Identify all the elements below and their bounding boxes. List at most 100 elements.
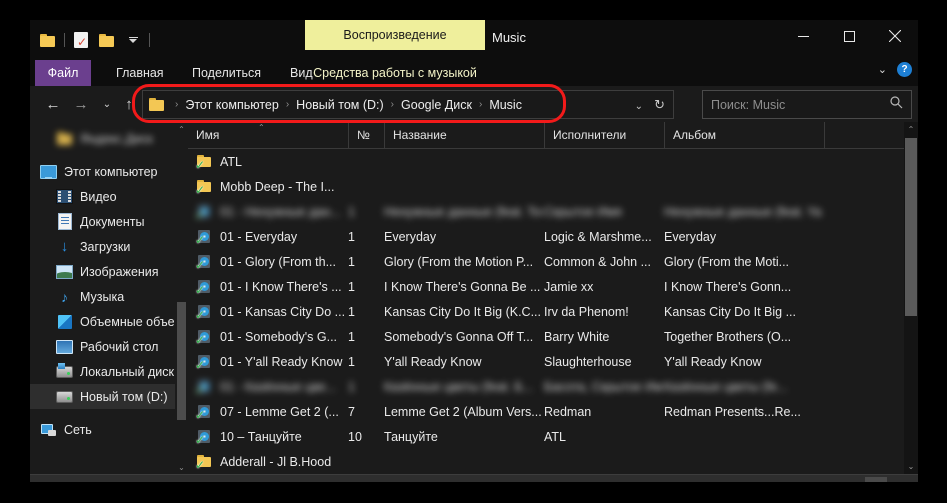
cell-artists <box>544 149 662 174</box>
sidebar-item-3[interactable]: Документы <box>30 209 188 234</box>
breadcrumb-item-this-pc[interactable]: Этот компьютер <box>184 98 279 112</box>
new-folder-icon <box>99 34 115 47</box>
cell-album: Together Brothers (O... <box>664 324 822 349</box>
chevron-down-icon <box>129 37 138 44</box>
list-scroll-down-button[interactable]: ⌄ <box>904 459 918 474</box>
cell-title: Kansas City Do It Big (K.C.... <box>384 299 542 324</box>
cell-album: Redman Presents...Re... <box>664 399 822 424</box>
nav-scroll-up-button[interactable]: ⌃ <box>175 122 188 136</box>
sidebar-item-label: Загрузки <box>80 240 130 254</box>
forward-button[interactable]: → <box>70 94 92 114</box>
list-scroll-up-button[interactable]: ⌃ <box>904 122 918 137</box>
view-buttons <box>865 477 912 482</box>
table-row[interactable]: ✓01 - Kansas City Do ...1Kansas City Do … <box>188 299 918 324</box>
sidebar-item-2[interactable]: Видео <box>30 184 188 209</box>
sidebar-item-label: Музыка <box>80 290 124 304</box>
sidebar-item-6[interactable]: ♪Музыка <box>30 284 188 309</box>
table-row[interactable]: ✓01 - Казённые цве...1Казённые цветы (fe… <box>188 374 918 399</box>
cell-album: Y'all Ready Know <box>664 349 822 374</box>
music-file-icon: ✓ <box>196 353 213 370</box>
breadcrumb-dropdown-button[interactable]: ⌄ <box>635 101 643 112</box>
cell-name: ✓Mobb Deep - The I... <box>188 174 354 199</box>
quick-access-new-folder-button[interactable] <box>94 28 120 52</box>
sidebar-item-5[interactable]: Изображения <box>30 259 188 284</box>
cell-name: ✓Adderall - Jl B.Hood <box>188 449 354 474</box>
cell-track: 1 <box>348 249 382 274</box>
breadcrumb-item-music[interactable]: Music <box>488 98 523 112</box>
downloads-icon: ↓ <box>56 239 73 255</box>
breadcrumb[interactable]: › Этот компьютер › Новый том (D:) › Goog… <box>142 90 674 119</box>
tab-home[interactable]: Главная <box>106 60 174 86</box>
close-button[interactable] <box>872 20 918 52</box>
sidebar-item-7[interactable]: Объемные объекты <box>30 309 188 334</box>
up-button[interactable]: ↑ <box>118 94 140 114</box>
sidebar-item-11[interactable]: Сеть <box>30 417 188 442</box>
cell-track: 1 <box>348 274 382 299</box>
table-row[interactable]: ✓01 - Y'all Ready Know1Y'all Ready KnowS… <box>188 349 918 374</box>
search-box[interactable]: Поиск: Music <box>702 90 912 119</box>
column-header-name[interactable]: Имя <box>188 122 348 148</box>
list-scrollbar-thumb[interactable] <box>905 138 917 316</box>
navigation-tree: Яндекс.ДискЭтот компьютерВидеоДокументы↓… <box>30 122 188 442</box>
tab-file[interactable]: Файл <box>35 60 91 86</box>
column-header-artists[interactable]: Исполнители <box>544 122 664 148</box>
large-icons-view-button[interactable] <box>890 477 912 482</box>
sidebar-item-8[interactable]: Рабочий стол <box>30 334 188 359</box>
minimize-button[interactable] <box>780 20 826 52</box>
table-row[interactable]: ✓07 - Lemme Get 2 (...7Lemme Get 2 (Albu… <box>188 399 918 424</box>
sidebar-item-0[interactable]: Яндекс.Диск <box>30 126 188 151</box>
status-bar: Элементов: 25 <box>30 474 918 482</box>
table-row[interactable]: ✓01 - I Know There's ...1I Know There's … <box>188 274 918 299</box>
table-row[interactable]: ✓01 - Somebody's G...1Somebody's Gonna O… <box>188 324 918 349</box>
file-name: 01 - I Know There's ... <box>220 280 342 294</box>
search-input[interactable]: Поиск: Music <box>711 98 785 112</box>
window-title: Music <box>492 30 526 45</box>
cell-name: ✓01 - Казённые цве... <box>188 374 354 399</box>
column-header-track-number[interactable]: № <box>348 122 384 148</box>
file-name: 07 - Lemme Get 2 (... <box>220 405 339 419</box>
cell-track <box>348 174 382 199</box>
back-button[interactable]: ← <box>42 94 64 114</box>
sidebar-item-10[interactable]: Новый том (D:) <box>30 384 188 409</box>
sync-check-icon: ✓ <box>195 434 205 446</box>
help-icon[interactable]: ? <box>897 62 912 77</box>
table-row[interactable]: ✓01 - Ненужные дан...1Ненужные данные (f… <box>188 199 918 224</box>
list-scrollbar[interactable]: ⌃ ⌄ <box>904 122 918 474</box>
quick-access-customize-button[interactable] <box>120 28 146 52</box>
cell-title: Somebody's Gonna Off T... <box>384 324 542 349</box>
sidebar-item-9[interactable]: Локальный диск (C:) <box>30 359 188 384</box>
details-view-button[interactable] <box>865 477 887 482</box>
music-file-icon: ✓ <box>196 203 213 220</box>
drive-icon <box>56 389 73 405</box>
maximize-button[interactable] <box>826 20 872 52</box>
table-row[interactable]: ✓10 – Танцуйте10ТанцуйтеATL <box>188 424 918 449</box>
table-row[interactable]: ✓Adderall - Jl B.Hood <box>188 449 918 474</box>
quick-access-properties-button[interactable]: ✓ <box>68 28 94 52</box>
sidebar-item-4[interactable]: ↓ Загрузки <box>30 234 188 259</box>
tab-share[interactable]: Поделиться <box>182 60 271 86</box>
column-header-album[interactable]: Альбом <box>664 122 824 148</box>
breadcrumb-item-drive-d[interactable]: Новый том (D:) <box>295 98 385 112</box>
column-header-extra[interactable] <box>824 122 904 148</box>
file-name: Adderall - Jl B.Hood <box>220 455 331 469</box>
nav-scroll-down-button[interactable]: ⌄ <box>175 460 188 474</box>
nav-scrollbar[interactable]: ⌃ ⌄ <box>175 122 188 474</box>
tab-playback[interactable]: Воспроизведение <box>305 20 485 50</box>
table-row[interactable]: ✓ATL <box>188 149 918 174</box>
cell-artists: Slaughterhouse <box>544 349 662 374</box>
chevron-down-icon[interactable]: ⌄ <box>878 63 887 76</box>
cell-track: 1 <box>348 224 382 249</box>
table-row[interactable]: ✓01 - Glory (From th...1Glory (From the … <box>188 249 918 274</box>
sidebar-item-1[interactable]: Этот компьютер <box>30 159 188 184</box>
recent-locations-button[interactable]: ⌄ <box>96 94 118 114</box>
nav-scrollbar-thumb[interactable] <box>177 302 186 420</box>
cell-album: I Know There's Gonn... <box>664 274 822 299</box>
column-header-title[interactable]: Название <box>384 122 544 148</box>
cell-artists: Redman <box>544 399 662 424</box>
breadcrumb-item-google-drive[interactable]: Google Диск <box>400 98 473 112</box>
table-row[interactable]: ✓Mobb Deep - The I... <box>188 174 918 199</box>
quick-access-folder-button[interactable] <box>35 28 61 52</box>
refresh-button[interactable]: ↻ <box>654 97 665 113</box>
table-row[interactable]: ✓01 - Everyday1EverydayLogic & Marshme..… <box>188 224 918 249</box>
cell-album: Kansas City Do It Big ... <box>664 299 822 324</box>
